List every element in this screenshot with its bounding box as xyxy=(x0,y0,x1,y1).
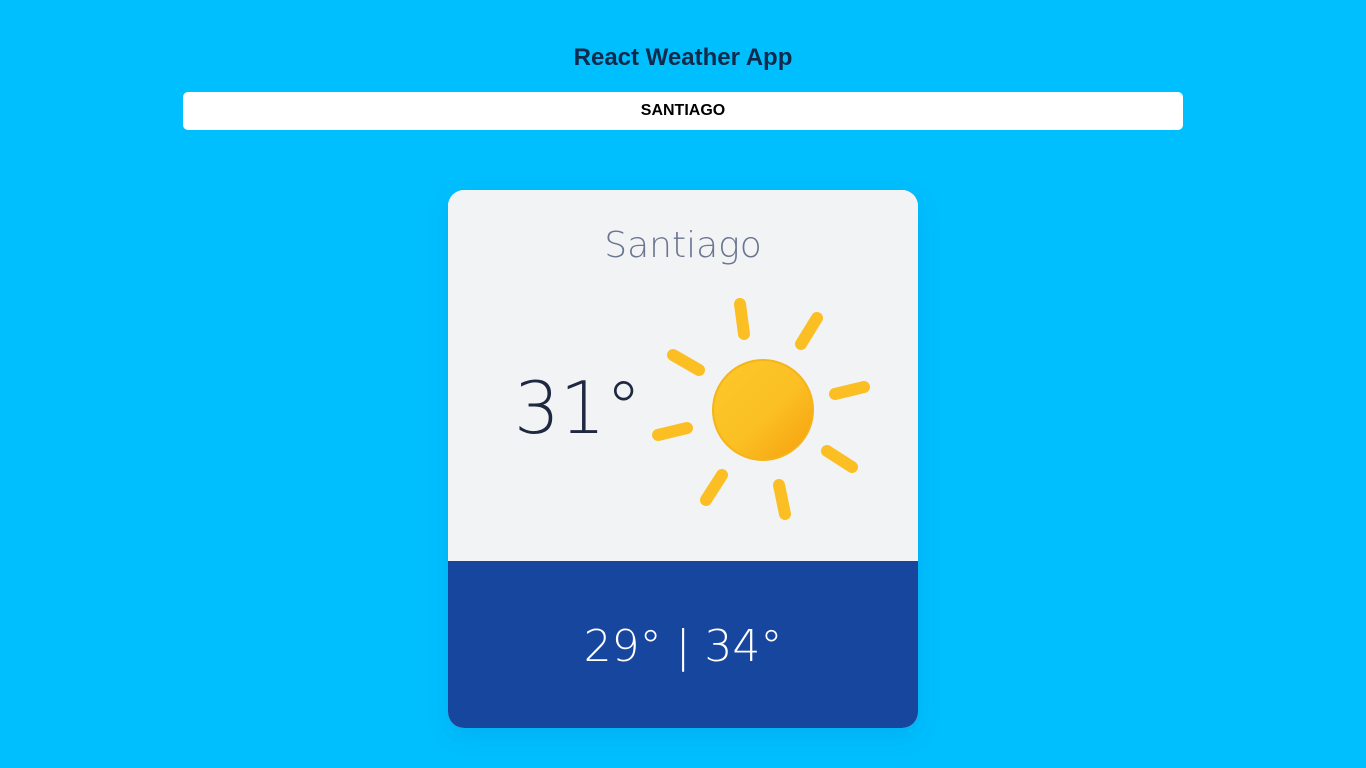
city-name: Santiago xyxy=(604,225,762,266)
weather-card-top: Santiago 31° xyxy=(448,190,918,561)
app-title: React Weather App xyxy=(573,44,793,71)
current-temperature: 31° xyxy=(514,366,642,450)
min-max-temperature: 29° | 34° xyxy=(448,617,918,677)
weather-app: React Weather App Santiago 31° xyxy=(0,0,1366,768)
sun-icon xyxy=(652,298,870,520)
max-temperature: 34° xyxy=(704,621,783,672)
weather-card-bottom: 29° | 34° xyxy=(448,561,918,728)
city-search-input[interactable] xyxy=(183,92,1183,130)
min-temperature: 29° xyxy=(583,621,662,672)
weather-card: Santiago 31° 29° | 34° xyxy=(448,190,918,728)
temperature-separator: | xyxy=(675,621,691,672)
